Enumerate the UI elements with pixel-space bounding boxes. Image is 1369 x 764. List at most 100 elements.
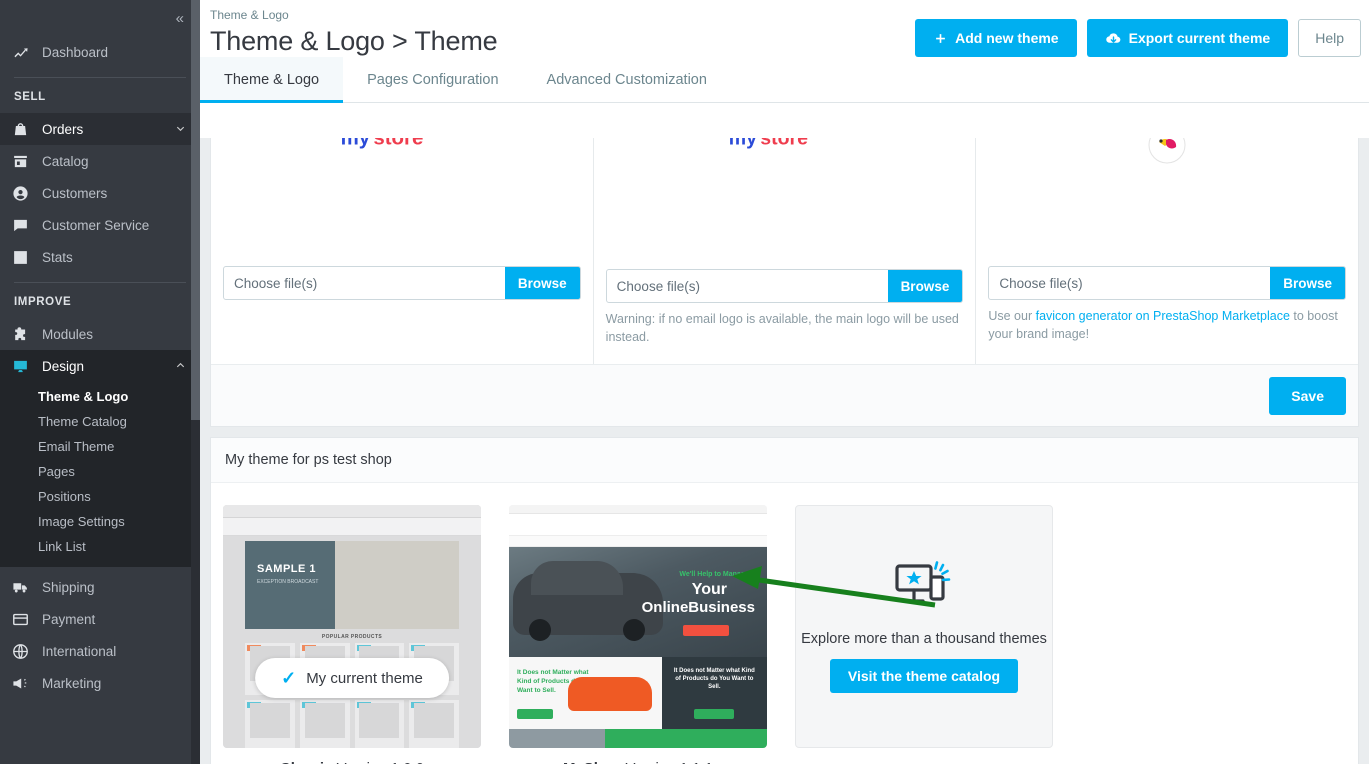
sidebar-item-customer-service[interactable]: Customer Service xyxy=(0,209,200,241)
header-logo-browse-button[interactable]: Browse xyxy=(504,267,580,299)
m2-header xyxy=(509,514,767,537)
plus-icon xyxy=(933,31,948,46)
mail-logo-file-placeholder[interactable]: Choose file(s) xyxy=(607,270,888,302)
mock-navbar xyxy=(223,518,481,537)
sidebar-item-orders[interactable]: Orders xyxy=(0,113,200,145)
tab-theme-logo[interactable]: Theme & Logo xyxy=(200,57,344,103)
sidebar-item-international[interactable]: International xyxy=(0,635,200,667)
sidebar-item-payment[interactable]: Payment xyxy=(0,603,200,635)
svg-text:my: my xyxy=(728,138,756,149)
sidebar-item-label: Customer Service xyxy=(42,217,150,233)
mail-logo-browse-button[interactable]: Browse xyxy=(887,270,963,302)
visit-theme-catalog-button[interactable]: Visit the theme catalog xyxy=(829,659,1019,694)
favicon-file-placeholder[interactable]: Choose file(s) xyxy=(989,267,1270,299)
sidebar-item-marketing[interactable]: Marketing xyxy=(0,667,200,699)
current-theme-badge: ✓ My current theme xyxy=(255,658,449,699)
mock-topbar xyxy=(223,505,481,519)
header-logo-file-field[interactable]: Choose file(s) Browse xyxy=(223,266,581,300)
logos-panel: my store Choose file(s) Browse xyxy=(210,138,1359,428)
m2-bottom-left xyxy=(509,729,605,749)
help-label: Help xyxy=(1315,30,1344,46)
scroll-content[interactable]: my store Choose file(s) Browse xyxy=(200,138,1369,764)
sidebar-item-label: Payment xyxy=(42,611,96,627)
tab-pages-configuration[interactable]: Pages Configuration xyxy=(343,57,522,102)
sidebar-subitem-theme-catalog[interactable]: Theme Catalog xyxy=(0,409,200,434)
classic-theme-preview[interactable]: SAMPLE 1 EXCEPTION BROADCAST POPULAR PRO… xyxy=(223,505,481,749)
sidebar-divider xyxy=(14,77,186,78)
favicon-generator-link[interactable]: favicon generator on PrestaShop Marketpl… xyxy=(1036,309,1290,323)
mock-product-image xyxy=(359,703,400,738)
trending-up-icon xyxy=(12,44,42,61)
save-button[interactable]: Save xyxy=(1269,376,1346,415)
sidebar-item-shipping[interactable]: Shipping xyxy=(0,571,200,603)
sidebar-subitem-link-list[interactable]: Link List xyxy=(0,534,200,559)
favicon-help-text: Use our favicon generator on PrestaShop … xyxy=(988,307,1346,343)
theme-name-text: Classic xyxy=(280,760,333,764)
truck-icon xyxy=(12,579,42,596)
cloud-download-icon xyxy=(1105,30,1122,47)
basket-icon xyxy=(12,121,42,138)
sidebar-subitem-email-theme[interactable]: Email Theme xyxy=(0,434,200,459)
sidebar-group-improve: IMPROVE xyxy=(14,296,72,308)
classic-theme-meta: Classic Version 1.0.0 Designed by Presta… xyxy=(223,748,481,764)
sidebar-item-label: Dashboard xyxy=(42,44,109,60)
page-tabs: Theme & Logo Pages Configuration Advance… xyxy=(200,57,1369,103)
theme-version-text: Version 1.0.0 xyxy=(337,760,425,764)
add-new-theme-button[interactable]: Add new theme xyxy=(915,19,1077,57)
mock-hero-image xyxy=(334,541,459,630)
sidebar-item-customers[interactable]: Customers xyxy=(0,177,200,209)
m2-bottom-row xyxy=(509,729,767,749)
mock-product xyxy=(409,700,459,749)
sidebar-item-stats[interactable]: Stats xyxy=(0,241,200,273)
favicon-file-field[interactable]: Choose file(s) Browse xyxy=(988,266,1347,300)
mock-product-image xyxy=(304,703,345,738)
mock-product xyxy=(299,700,350,749)
current-theme-label: My current theme xyxy=(306,669,423,687)
theme-card-myshop[interactable]: We'll Help to Manage Your OnlineBusiness… xyxy=(509,505,767,764)
help-button[interactable]: Help xyxy=(1298,19,1361,57)
sidebar-scrollbar[interactable] xyxy=(191,0,200,764)
mock-hero: SAMPLE 1 EXCEPTION BROADCAST xyxy=(245,541,459,630)
main-sidebar: « Dashboard SELL Orders Catalog Customer… xyxy=(0,0,200,764)
sidebar-item-modules[interactable]: Modules xyxy=(0,318,200,350)
sidebar-item-label: Customers xyxy=(42,185,108,201)
theme-card-classic[interactable]: SAMPLE 1 EXCEPTION BROADCAST POPULAR PRO… xyxy=(223,505,481,764)
mail-logo-file-field[interactable]: Choose file(s) Browse xyxy=(605,269,964,303)
check-icon: ✓ xyxy=(281,667,297,688)
my-store-logo: my store xyxy=(728,138,807,149)
monitor-icon xyxy=(12,358,42,375)
favicon-browse-button[interactable]: Browse xyxy=(1270,267,1346,299)
export-current-theme-button[interactable]: Export current theme xyxy=(1086,19,1289,57)
sidebar-item-catalog[interactable]: Catalog xyxy=(0,145,200,177)
sidebar-subitem-positions[interactable]: Positions xyxy=(0,484,200,509)
myshop-theme-name: MyShop Version 1.1.1 xyxy=(509,760,767,764)
m2-hero-car xyxy=(513,561,663,642)
theme-catalog-placeholder: Explore more than a thousand themes Visi… xyxy=(795,505,1053,749)
tab-label: Advanced Customization xyxy=(546,71,707,88)
chevron-up-icon xyxy=(175,359,186,374)
sidebar-subitem-pages[interactable]: Pages xyxy=(0,459,200,484)
sidebar-subitem-theme-logo[interactable]: Theme & Logo xyxy=(0,384,200,409)
sidebar-item-design[interactable]: Design xyxy=(0,350,200,382)
my-store-logo: my store xyxy=(340,138,423,149)
sidebar-item-label: Shipping xyxy=(42,579,95,595)
mock-product-grid-2 xyxy=(223,700,481,749)
m2-middle-row: It Does not Matter what Kind of Products… xyxy=(509,657,767,730)
header-logo-file-placeholder[interactable]: Choose file(s) xyxy=(224,267,505,299)
myshop-theme-preview[interactable]: We'll Help to Manage Your OnlineBusiness… xyxy=(509,505,767,749)
chevron-double-left-icon: « xyxy=(175,9,184,27)
m2-right-button xyxy=(694,709,735,720)
m2-hero-kicker: We'll Help to Manage xyxy=(679,571,749,579)
mock-product xyxy=(354,700,405,749)
sidebar-collapse-button[interactable]: « xyxy=(0,0,200,36)
header-logo-column: my store Choose file(s) Browse xyxy=(211,138,594,365)
tab-advanced-customization[interactable]: Advanced Customization xyxy=(523,57,731,102)
mock-hero-subtitle: EXCEPTION BROADCAST xyxy=(257,579,319,586)
sidebar-item-label: Marketing xyxy=(42,675,102,691)
sidebar-scrollbar-thumb[interactable] xyxy=(191,0,200,420)
theme-version-text: Version 1.1.1 xyxy=(625,760,713,764)
m2-left-button xyxy=(517,709,553,720)
sidebar-item-dashboard[interactable]: Dashboard xyxy=(0,36,200,68)
m2-right-title: It Does not Matter what Kind of Products… xyxy=(673,668,755,691)
sidebar-subitem-image-settings[interactable]: Image Settings xyxy=(0,509,200,534)
